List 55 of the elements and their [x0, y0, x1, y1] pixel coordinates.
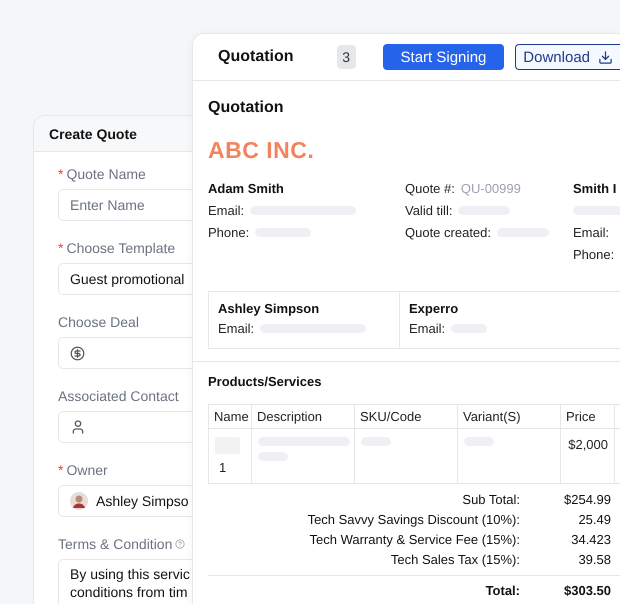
section-title: Products/Services [208, 374, 322, 390]
count-badge: 3 [336, 45, 356, 69]
column-header: Description [252, 405, 355, 429]
field-label: Phone: [573, 246, 614, 262]
select-field[interactable] [58, 411, 192, 443]
column-header: Name [209, 405, 252, 429]
field-label: Email: [573, 224, 610, 240]
total-label: Total: [484, 583, 520, 600]
column-header: Price [561, 405, 615, 429]
field-label: Email: [218, 320, 254, 336]
total-value: 25.49 [577, 512, 611, 529]
download-icon [598, 50, 614, 64]
field-label: Quote #: [405, 180, 455, 196]
document-title: Quotation [208, 99, 285, 118]
dollar-icon [70, 346, 85, 360]
table-cell-text: 1 [218, 460, 228, 475]
panel-title: Create Quote [49, 126, 137, 142]
required-mark: * [58, 240, 64, 256]
total-value: 39.58 [577, 552, 611, 569]
total-label: Tech Warranty & Service Fee (15%): [308, 532, 520, 549]
field-label: Owner [66, 462, 108, 478]
sender-name: Adam Smith [208, 180, 284, 196]
required-mark: * [58, 166, 64, 182]
field-label: Quote created: [405, 224, 491, 240]
field-label: Valid till: [405, 202, 452, 218]
person-icon [70, 419, 86, 435]
select-field[interactable] [58, 337, 192, 369]
company-logo: ABC INC. [208, 137, 316, 165]
avatar-icon [70, 492, 88, 510]
sign-button[interactable]: Start Signing [382, 44, 504, 70]
column-header: SKU/Code [355, 405, 458, 429]
total-label: Tech Savvy Savings Discount (10%): [306, 512, 520, 529]
total-value: 34.423 [570, 532, 611, 549]
total-value: $254.99 [563, 492, 611, 509]
field-label: Email: [208, 202, 244, 218]
total-label: Tech Sales Tax (15%): [390, 552, 520, 569]
field-label: Quote Name [66, 166, 146, 182]
total-label: Sub Total: [461, 492, 520, 509]
field-label: Phone: [208, 224, 250, 240]
total-value: $303.50 [563, 583, 611, 600]
quote-number: QU-00999 [460, 180, 521, 196]
field-label: Choose Template [66, 240, 176, 256]
field-label: Associated Contact [58, 388, 179, 404]
field-label: Terms & Condition [58, 536, 172, 552]
required-mark: * [58, 462, 64, 478]
field-label: Email: [409, 320, 446, 336]
panel-title: Quotation [218, 48, 295, 66]
recipient-name: Smith I [573, 180, 616, 196]
select-field[interactable]: Ashley Simpso [58, 485, 192, 517]
contact-name: Experro [409, 301, 460, 316]
table-cell: $2,000 [568, 437, 608, 452]
contact-name: Ashley Simpson [218, 301, 320, 316]
download-button[interactable]: Download [515, 44, 620, 70]
column-header: Variant(S) [458, 405, 561, 429]
field-label: Choose Deal [58, 314, 139, 330]
